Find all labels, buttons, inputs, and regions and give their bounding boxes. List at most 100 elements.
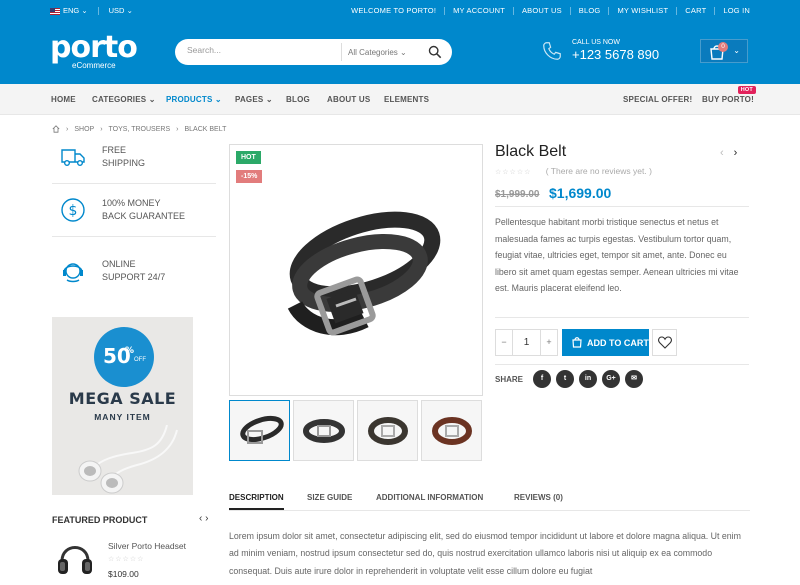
featured-product-name[interactable]: Silver Porto Headset — [108, 541, 186, 551]
breadcrumb-category[interactable]: TOYS, TROUSERS — [109, 126, 171, 133]
about-us-link[interactable]: ABOUT US — [522, 6, 562, 15]
featured-nav: ‹ › — [199, 513, 208, 524]
google-plus-icon[interactable]: G+ — [602, 370, 620, 388]
logo[interactable]: porto eCommerce — [50, 30, 138, 71]
chevron-left-icon[interactable]: ‹ — [720, 147, 724, 159]
linkedin-icon[interactable]: in — [579, 370, 597, 388]
shopping-bag-icon — [572, 337, 582, 348]
search-icon[interactable] — [428, 45, 442, 59]
banner-subtitle: MANY ITEM — [94, 412, 151, 422]
product-title: Black Belt — [495, 143, 567, 160]
wishlist-button[interactable] — [652, 329, 677, 356]
headset-icon — [63, 263, 83, 283]
logo-word: porto — [50, 30, 138, 65]
phone-icon — [543, 42, 561, 60]
logo-subtitle: eCommerce — [72, 61, 116, 70]
tab-reviews[interactable]: REVIEWS (0) — [514, 493, 563, 502]
nav-home[interactable]: HOME — [51, 95, 76, 104]
breadcrumb: › SHOP › TOYS, TROUSERS › BLACK BELT — [52, 125, 226, 133]
chevron-right-icon[interactable]: › — [205, 513, 208, 524]
language-selector[interactable]: ENG ⌄ — [50, 6, 88, 15]
rating-stars: ☆☆☆☆☆ — [495, 169, 532, 176]
quantity-input[interactable]: 1 — [512, 330, 541, 355]
home-icon[interactable] — [52, 125, 60, 133]
product-thumbnail[interactable] — [293, 400, 354, 461]
nav-products[interactable]: PRODUCTS ⌄ — [166, 95, 222, 104]
product-thumbnail[interactable] — [229, 400, 290, 461]
tab-content: Lorem ipsum dolor sit amet, consectetur … — [229, 531, 741, 576]
blog-link[interactable]: BLOG — [579, 6, 601, 15]
divider — [495, 206, 749, 207]
my-wishlist-link[interactable]: MY WISHLIST — [617, 6, 668, 15]
svg-text:$: $ — [69, 203, 78, 219]
belt-thumbnail-image — [303, 419, 345, 443]
welcome-text: WELCOME TO PORTO! — [351, 6, 437, 15]
decrement-button[interactable]: − — [496, 330, 512, 355]
divider — [495, 364, 749, 365]
twitter-icon[interactable]: t — [556, 370, 574, 388]
my-account-link[interactable]: MY ACCOUNT — [453, 6, 505, 15]
reviews-link[interactable]: ( There are no reviews yet. ) — [546, 166, 652, 176]
belt-thumbnail-image — [368, 417, 408, 445]
dollar-icon: $ — [61, 198, 85, 222]
main-nav: HOME CATEGORIES ⌄ PRODUCTS ⌄ PAGES ⌄ BLO… — [0, 84, 800, 115]
divider — [97, 6, 99, 15]
nav-special-offer[interactable]: SPECIAL OFFER! — [623, 95, 692, 104]
tab-size-guide[interactable]: SIZE GUIDE — [307, 493, 352, 502]
tab-additional-information[interactable]: ADDITIONAL INFORMATION — [376, 493, 483, 502]
hot-badge: HOT — [737, 86, 756, 94]
featured-title: FEATURED PRODUCT — [52, 515, 148, 525]
chevron-right-icon[interactable]: › — [734, 147, 738, 159]
nav-pages[interactable]: PAGES ⌄ — [235, 95, 273, 104]
us-flag-icon — [50, 7, 60, 15]
breadcrumb-current: BLACK BELT — [184, 125, 227, 133]
search-input[interactable] — [187, 45, 337, 55]
nav-blog[interactable]: BLOG — [286, 95, 310, 104]
top-bar: ENG ⌄ USD ⌄ WELCOME TO PORTO! MY ACCOUNT… — [0, 0, 800, 20]
add-to-cart-button[interactable]: ADD TO CART — [562, 329, 649, 356]
headset-product-image[interactable] — [52, 535, 98, 581]
product-nav: ‹ › — [720, 147, 737, 159]
currency-selector[interactable]: USD ⌄ — [109, 6, 133, 15]
product-thumbnail[interactable] — [421, 400, 482, 461]
earphones-image — [78, 425, 178, 494]
quantity-stepper: − 1 + — [495, 329, 558, 356]
sale-banner[interactable]: 50 % OFF MEGA SALE MANY ITEM — [52, 317, 193, 495]
cart-button[interactable]: 0 ⌄ — [700, 39, 748, 63]
breadcrumb-shop[interactable]: SHOP — [74, 126, 94, 133]
nav-about-us[interactable]: ABOUT US — [327, 95, 370, 104]
nav-buy-porto[interactable]: BUY PORTO! HOT — [702, 86, 756, 104]
nav-elements[interactable]: ELEMENTS — [384, 95, 429, 104]
divider — [495, 317, 749, 318]
tab-description[interactable]: DESCRIPTION — [229, 493, 284, 510]
truck-icon — [61, 149, 85, 167]
product-price: $1,699.00 — [549, 185, 612, 201]
search-bar: All Categories ⌄ — [175, 39, 452, 65]
discount-circle: 50 % OFF — [94, 327, 154, 387]
phone-number[interactable]: +123 5678 890 — [572, 47, 659, 62]
cart-count-badge: 0 — [718, 42, 728, 52]
cart-link[interactable]: CART — [685, 6, 706, 15]
divider — [52, 183, 216, 184]
login-link[interactable]: LOG IN — [723, 6, 750, 15]
belt-thumbnail-image — [432, 417, 472, 445]
call-label: CALL US NOW — [572, 39, 620, 46]
old-price: $1,999.00 — [495, 189, 540, 200]
product-main-image[interactable]: HOT -15% — [229, 144, 483, 396]
banner-title: MEGA SALE — [68, 389, 177, 408]
product-tabs: DESCRIPTION SIZE GUIDE ADDITIONAL INFORM… — [229, 493, 750, 511]
facebook-icon[interactable]: f — [533, 370, 551, 388]
sale-badge: -15% — [236, 170, 263, 183]
category-select[interactable]: All Categories ⌄ — [341, 43, 429, 61]
heart-icon — [658, 336, 672, 349]
nav-categories[interactable]: CATEGORIES ⌄ — [92, 95, 156, 104]
increment-button[interactable]: + — [541, 330, 557, 355]
product-description: Pellentesque habitant morbi tristique se… — [495, 217, 739, 293]
divider — [52, 236, 216, 237]
share-label: SHARE — [495, 375, 524, 384]
chevron-left-icon[interactable]: ‹ — [199, 513, 202, 524]
product-rating: ☆☆☆☆☆ ( There are no reviews yet. ) — [495, 166, 652, 176]
product-thumbnail[interactable] — [357, 400, 418, 461]
email-icon[interactable]: ✉ — [625, 370, 643, 388]
belt-image — [287, 211, 441, 336]
